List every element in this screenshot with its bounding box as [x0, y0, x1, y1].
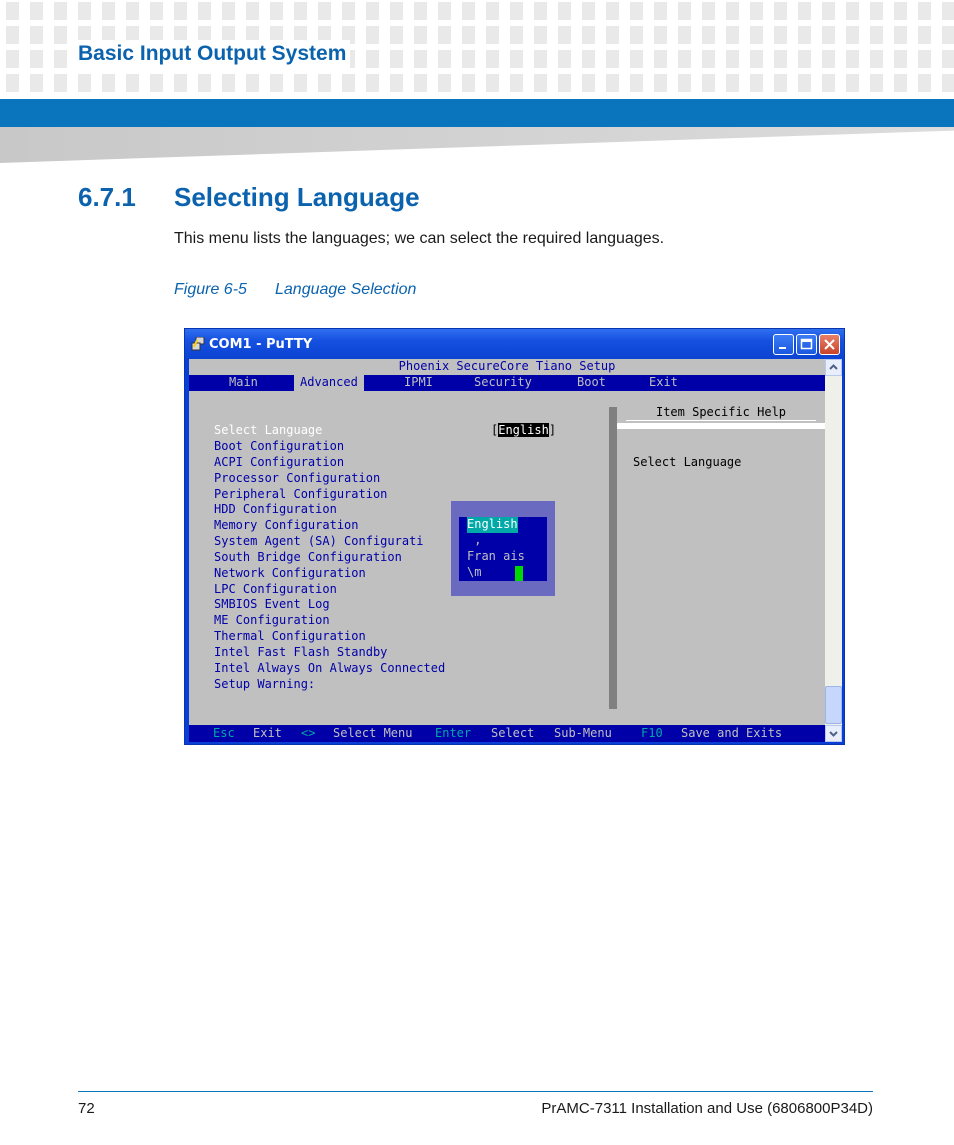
help-text: Select Language: [633, 455, 742, 469]
status-key-f10: F10: [641, 726, 663, 740]
header-wedge: [0, 127, 954, 163]
status-label-save-and-exits: Save and Exits: [681, 726, 783, 740]
window-titlebar[interactable]: COM1 - PuTTY: [185, 329, 844, 359]
option-processor-configuration[interactable]: Processor Configuration: [214, 471, 380, 487]
terminal-console[interactable]: Phoenix SecureCore Tiano Setup Main Adva…: [189, 359, 825, 742]
popup-option-4[interactable]: \m: [467, 565, 481, 581]
popup-option-english[interactable]: English: [467, 517, 518, 533]
document-title: PrAMC-7311 Installation and Use (6806800…: [541, 1100, 873, 1117]
status-label-sub-menu: Sub-Menu: [554, 726, 612, 740]
language-value[interactable]: [English]: [491, 423, 556, 439]
option-acpi-configuration[interactable]: ACPI Configuration: [214, 455, 344, 471]
window-scrollbar[interactable]: [825, 359, 842, 742]
option-intel-always-on[interactable]: Intel Always On Always Connected: [214, 661, 445, 677]
close-button[interactable]: [819, 334, 840, 355]
figure-title: Language Selection: [275, 281, 417, 298]
status-key-arrows: <>: [301, 726, 316, 740]
menu-advanced[interactable]: Advanced: [294, 375, 364, 391]
option-me-configuration[interactable]: ME Configuration: [214, 613, 330, 629]
option-boot-configuration[interactable]: Boot Configuration: [214, 439, 344, 455]
section-number: 6.7.1: [78, 182, 136, 212]
status-key-enter: Enter: [435, 726, 472, 740]
header-bar: [0, 99, 954, 127]
menu-boot[interactable]: Boot: [577, 375, 606, 391]
close-icon: [824, 339, 835, 350]
window-title: COM1 - PuTTY: [209, 337, 313, 352]
menu-ipmi[interactable]: IPMI: [404, 375, 433, 391]
status-label-exit: Exit: [253, 726, 282, 740]
status-label-select-menu: Select Menu: [333, 726, 413, 740]
option-south-bridge-configuration[interactable]: South Bridge Configuration: [214, 550, 402, 566]
language-popup: English , Fran ais \m: [451, 501, 555, 596]
popup-option-francais[interactable]: Fran ais: [467, 549, 525, 565]
pane-divider: [609, 407, 617, 709]
minimize-button[interactable]: [773, 334, 794, 355]
option-smbios-event-log[interactable]: SMBIOS Event Log: [214, 597, 330, 613]
section-intro: This menu lists the languages; we can se…: [174, 230, 665, 247]
chapter-title: Basic Input Output System: [78, 40, 351, 68]
menu-security[interactable]: Security: [474, 375, 532, 391]
menu-exit[interactable]: Exit: [649, 375, 678, 391]
chevron-down-icon: [829, 731, 838, 737]
option-hdd-configuration[interactable]: HDD Configuration: [214, 502, 337, 518]
section-title: Selecting Language: [174, 182, 420, 212]
option-select-language[interactable]: Select Language: [214, 423, 322, 439]
figure-number: Figure 6-5: [174, 281, 247, 298]
chevron-up-icon: [829, 364, 838, 370]
option-peripheral-configuration[interactable]: Peripheral Configuration: [214, 487, 387, 503]
maximize-icon: [800, 338, 813, 350]
bios-menubar: Main Advanced IPMI Security Boot Exit: [189, 375, 825, 391]
option-intel-fast-flash-standby[interactable]: Intel Fast Flash Standby: [214, 645, 387, 661]
text-cursor: [515, 566, 523, 581]
minimize-icon: [779, 347, 786, 349]
maximize-button[interactable]: [796, 334, 817, 355]
scroll-up-button[interactable]: [825, 359, 842, 376]
option-lpc-configuration[interactable]: LPC Configuration: [214, 582, 337, 598]
bios-setup-title: Phoenix SecureCore Tiano Setup: [189, 359, 825, 375]
popup-option-2[interactable]: ,: [467, 533, 481, 549]
language-value-text: English: [498, 423, 549, 437]
option-memory-configuration[interactable]: Memory Configuration: [214, 518, 359, 534]
option-thermal-configuration[interactable]: Thermal Configuration: [214, 629, 366, 645]
scroll-down-button[interactable]: [825, 725, 842, 742]
language-value-close: ]: [548, 423, 557, 437]
putty-icon: [191, 337, 205, 351]
scroll-thumb[interactable]: [825, 686, 842, 724]
putty-window: COM1 - PuTTY Phoenix SecureCore Tiano Se…: [184, 328, 845, 745]
page-number: 72: [78, 1100, 95, 1117]
option-setup-warning[interactable]: Setup Warning:: [214, 677, 315, 693]
footer-rule: [78, 1091, 873, 1092]
help-heading: Item Specific Help: [626, 405, 816, 421]
option-network-configuration[interactable]: Network Configuration: [214, 566, 366, 582]
language-popup-list: English , Fran ais \m: [459, 517, 547, 581]
option-system-agent-configuration[interactable]: System Agent (SA) Configurati: [214, 534, 424, 550]
help-rule: [617, 423, 825, 429]
status-key-esc: Esc: [213, 726, 235, 740]
bios-statusbar: Esc Exit <> Select Menu Enter Select Sub…: [189, 725, 825, 742]
menu-main[interactable]: Main: [229, 375, 258, 391]
status-label-select: Select: [491, 726, 535, 740]
